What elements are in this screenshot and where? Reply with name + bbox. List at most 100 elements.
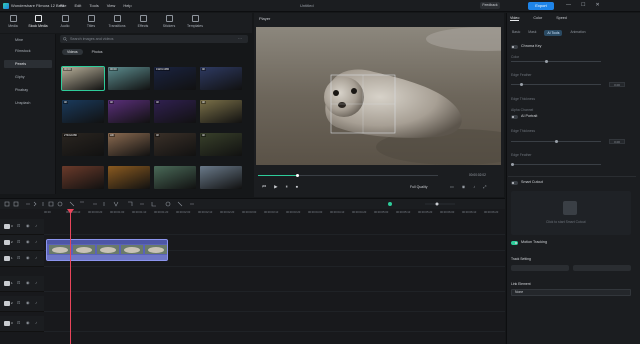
eye-icon[interactable]: ◉ bbox=[26, 223, 30, 228]
eye-icon[interactable]: ◉ bbox=[26, 255, 30, 260]
stock-thumbnail[interactable] bbox=[200, 166, 242, 189]
track-row[interactable] bbox=[44, 219, 505, 235]
search-input[interactable]: Search images and videos bbox=[60, 35, 248, 43]
portrait-thickness-value[interactable]: 0.00 bbox=[609, 139, 625, 144]
export-button[interactable]: Export bbox=[528, 2, 554, 10]
chroma-key-toggle[interactable] bbox=[511, 45, 518, 49]
lock-icon[interactable]: ⊡ bbox=[17, 239, 20, 244]
menu-file[interactable]: File bbox=[60, 3, 66, 8]
sidebar-item-pixabay[interactable]: Pixabay bbox=[4, 86, 52, 94]
stop-icon[interactable]: ⏹ bbox=[296, 184, 298, 190]
feedback-button[interactable]: Feedback bbox=[480, 2, 500, 9]
tab-stock-media[interactable]: Stock Media bbox=[25, 15, 51, 28]
sidebar-item-filmstock[interactable]: Filmstock bbox=[4, 47, 52, 55]
more-icon[interactable]: ⋯ bbox=[238, 36, 242, 41]
track-header[interactable]: 3 ⊡ ◉ ♪ bbox=[0, 316, 44, 332]
tab-photos[interactable]: Photos bbox=[87, 49, 108, 55]
mute-icon[interactable]: ♪ bbox=[35, 300, 37, 305]
mute-icon[interactable]: ♪ bbox=[35, 239, 37, 244]
stock-thumbnail[interactable]: 4K bbox=[200, 133, 242, 156]
subtab-ai-tools[interactable]: AI Tools bbox=[544, 30, 563, 36]
eye-icon[interactable]: ◉ bbox=[26, 300, 30, 305]
eye-icon[interactable]: ◉ bbox=[26, 239, 30, 244]
stock-thumbnail[interactable]: 4K bbox=[108, 100, 150, 123]
stock-thumbnail[interactable]: 2740x1080 bbox=[62, 133, 104, 156]
sidebar-item-pexels[interactable]: Pexels bbox=[4, 60, 52, 68]
stock-thumbnail[interactable]: 4K bbox=[154, 100, 196, 123]
portrait-thickness-knob[interactable] bbox=[555, 140, 558, 143]
chroma-color-knob[interactable] bbox=[545, 60, 548, 63]
stock-thumbnail[interactable]: 00:00: bbox=[108, 67, 150, 90]
lock-icon[interactable]: ⊡ bbox=[17, 223, 20, 228]
menu-edit[interactable]: Edit bbox=[74, 3, 81, 8]
lock-icon[interactable]: ⊡ bbox=[17, 320, 20, 325]
subtab-mask[interactable]: Mask bbox=[528, 30, 536, 36]
snapshot-icon[interactable]: ◉ bbox=[462, 184, 466, 189]
edge-feather-value[interactable]: 0.00 bbox=[609, 82, 625, 87]
stock-thumbnail[interactable]: 4K bbox=[200, 67, 242, 90]
stock-thumbnail[interactable]: 4K bbox=[62, 100, 104, 123]
start-tracking-button[interactable] bbox=[511, 265, 569, 271]
tab-media[interactable]: Media bbox=[0, 15, 26, 28]
stock-thumbnail[interactable]: 00:00: bbox=[61, 66, 105, 91]
track-header[interactable]: 3 ⊡ ◉ ♪ bbox=[0, 219, 44, 235]
quality-select[interactable]: Full Quality bbox=[410, 185, 428, 189]
track-row[interactable] bbox=[44, 316, 505, 332]
stock-thumbnail[interactable]: 4K bbox=[154, 133, 196, 156]
tab-templates[interactable]: Templates bbox=[182, 15, 208, 28]
prev-frame-icon[interactable]: ⏮ bbox=[262, 184, 266, 190]
mute-icon[interactable]: ♪ bbox=[35, 280, 37, 285]
track-view-button[interactable] bbox=[573, 265, 631, 271]
tab-audio[interactable]: Audio bbox=[52, 15, 78, 28]
menu-tools[interactable]: Tools bbox=[89, 3, 98, 8]
stock-thumbnail[interactable]: HD bbox=[108, 133, 150, 156]
mute-icon[interactable]: ♪ bbox=[35, 320, 37, 325]
motion-tracking-toggle[interactable] bbox=[511, 241, 518, 245]
stock-thumbnail[interactable] bbox=[62, 166, 104, 189]
track-header[interactable]: 2 ⊡ ◉ ♪ bbox=[0, 235, 44, 251]
pause-icon[interactable]: ⏸ bbox=[286, 184, 288, 190]
sidebar-item-unsplash[interactable]: Unsplash bbox=[4, 99, 52, 107]
ai-portrait-toggle[interactable] bbox=[511, 115, 518, 119]
track-row[interactable] bbox=[44, 276, 505, 292]
eye-icon[interactable]: ◉ bbox=[26, 320, 30, 325]
close-icon[interactable]: ✕ bbox=[595, 2, 599, 8]
edge-feather-knob[interactable] bbox=[520, 83, 523, 86]
track-header[interactable]: 1 ⊡ ◉ ♪ bbox=[0, 251, 44, 267]
playhead[interactable] bbox=[70, 210, 71, 344]
subtab-basic[interactable]: Basic bbox=[512, 30, 520, 36]
tab-transitions[interactable]: Transitions bbox=[104, 15, 130, 28]
tab-videos[interactable]: Videos bbox=[62, 49, 83, 55]
player-scrubber[interactable] bbox=[296, 174, 299, 177]
subtab-animation[interactable]: Animation bbox=[570, 30, 585, 36]
track-header[interactable]: 1 ⊡ ◉ ♪ bbox=[0, 276, 44, 292]
tab-effects[interactable]: Effects bbox=[130, 15, 156, 28]
timeline-ruler[interactable]: 00:00 00:00:00:10 00:00:00:20 00:00:01:00 00… bbox=[44, 210, 505, 218]
portrait-feather-slider[interactable] bbox=[511, 164, 601, 165]
tab-video[interactable]: Video bbox=[510, 16, 520, 21]
display-icon[interactable]: ▭ bbox=[450, 184, 454, 189]
tab-stickers[interactable]: Stickers bbox=[156, 15, 182, 28]
mute-icon[interactable]: ♪ bbox=[35, 223, 37, 228]
lock-icon[interactable]: ⊡ bbox=[17, 300, 20, 305]
maximize-icon[interactable]: ☐ bbox=[581, 2, 585, 8]
lock-icon[interactable]: ⊡ bbox=[17, 280, 20, 285]
track-header[interactable]: 2 ⊡ ◉ ♪ bbox=[0, 296, 44, 312]
video-clip[interactable] bbox=[46, 239, 168, 261]
fullscreen-icon[interactable]: ⤢ bbox=[483, 184, 486, 189]
tab-titles[interactable]: Titles bbox=[78, 15, 104, 28]
chroma-color-slider[interactable] bbox=[511, 61, 601, 62]
stock-thumbnail[interactable]: 1920×1080 bbox=[154, 67, 196, 90]
eye-icon[interactable]: ◉ bbox=[26, 280, 30, 285]
minimize-icon[interactable]: — bbox=[566, 2, 571, 8]
sidebar-item-mine[interactable]: Mine bbox=[4, 36, 52, 44]
play-icon[interactable]: ▶ bbox=[274, 184, 277, 190]
portrait-feather-knob[interactable] bbox=[511, 163, 514, 166]
menu-help[interactable]: Help bbox=[123, 3, 131, 8]
sidebar-item-giphy[interactable]: Giphy bbox=[4, 73, 52, 81]
stock-thumbnail[interactable]: 4K bbox=[200, 100, 242, 123]
track-row[interactable] bbox=[44, 296, 505, 312]
stock-thumbnail[interactable] bbox=[108, 166, 150, 189]
link-element-select[interactable]: None bbox=[511, 289, 631, 296]
tab-speed[interactable]: Speed bbox=[556, 16, 567, 21]
